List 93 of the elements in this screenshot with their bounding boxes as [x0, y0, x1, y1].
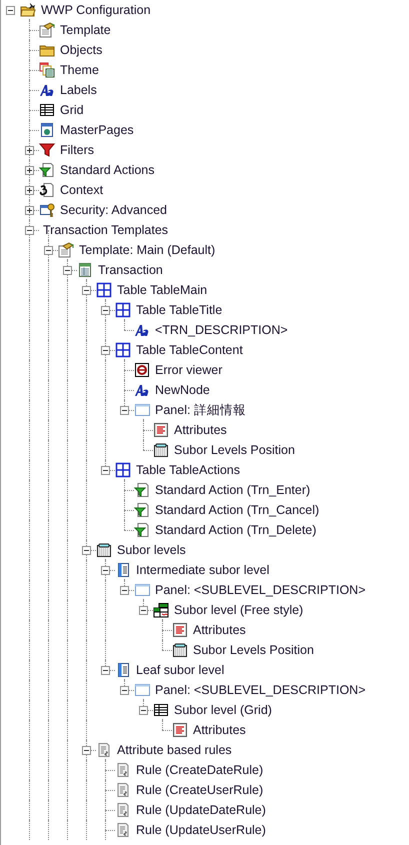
tree-item[interactable]: Attributes — [172, 422, 229, 438]
tree-item[interactable]: Panel: 詳細情報 — [153, 402, 248, 418]
tree-item[interactable]: Table TableActions — [134, 462, 242, 478]
dotted-box-icon — [96, 542, 112, 558]
tree-item[interactable]: Attributes — [191, 722, 248, 738]
collapse-toggle[interactable] — [101, 566, 110, 575]
table-icon — [115, 462, 131, 478]
collapse-toggle[interactable] — [101, 666, 110, 675]
document-bar-icon — [115, 662, 131, 678]
tree-item[interactable]: Rule (UpdateDateRule) — [134, 802, 268, 818]
tree-item[interactable]: Template: Main (Default) — [77, 242, 218, 258]
table-icon — [115, 342, 131, 358]
tree-item[interactable]: Panel: <SUBLEVEL_DESCRIPTION> — [153, 682, 368, 698]
page-symbol-icon — [39, 182, 55, 198]
page-funnel-icon — [39, 162, 55, 178]
collapse-toggle[interactable] — [101, 466, 110, 475]
tree-item[interactable]: Standard Action (Trn_Cancel) — [153, 502, 322, 518]
page-globe-icon — [39, 122, 55, 138]
tree-item[interactable]: Standard Action (Trn_Delete) — [153, 522, 318, 538]
error-icon — [134, 362, 150, 378]
tree-item[interactable]: Subor level (Free style) — [172, 602, 306, 618]
window-icon — [134, 402, 150, 418]
collapse-toggle[interactable] — [101, 306, 110, 315]
tree-item[interactable]: Labels — [58, 82, 99, 98]
tree-item[interactable]: Leaf subor level — [134, 662, 226, 678]
tree-item[interactable]: Table TableMain — [115, 282, 210, 298]
attribute-list-icon — [172, 722, 188, 738]
attribute-list-icon — [172, 622, 188, 638]
tree-item[interactable]: Attributes — [191, 622, 248, 638]
page-funnel-icon — [134, 502, 150, 518]
expand-toggle[interactable] — [25, 186, 34, 195]
collapse-toggle[interactable] — [82, 746, 91, 755]
tree-item[interactable]: <TRN_DESCRIPTION> — [153, 322, 290, 338]
collapse-toggle[interactable] — [82, 546, 91, 555]
expand-toggle[interactable] — [25, 206, 34, 215]
document-bar-icon — [115, 562, 131, 578]
tree-item[interactable]: Rule (UpdateUserRule) — [134, 822, 268, 838]
tree-item[interactable]: Subor levels — [115, 542, 188, 558]
collapse-toggle[interactable] — [139, 706, 148, 715]
expand-toggle[interactable] — [25, 166, 34, 175]
collapse-toggle[interactable] — [44, 246, 53, 255]
template-icon — [39, 22, 55, 38]
tree-item[interactable]: Attribute based rules — [115, 742, 234, 758]
tree-item[interactable]: WWP Configuration — [39, 2, 153, 18]
tree-item[interactable]: Standard Action (Trn_Enter) — [153, 482, 312, 498]
tree-item[interactable]: Template — [58, 22, 113, 38]
tree-item[interactable]: Panel: <SUBLEVEL_DESCRIPTION> — [153, 582, 368, 598]
tree-item[interactable]: NewNode — [153, 382, 212, 398]
collapse-toggle[interactable] — [120, 586, 129, 595]
collapse-toggle[interactable] — [6, 6, 15, 15]
tree-item[interactable]: Filters — [58, 142, 96, 158]
table-icon — [96, 282, 112, 298]
colored-grid-icon — [153, 602, 169, 618]
tree-item[interactable]: Transaction Templates — [41, 222, 170, 238]
tree-item[interactable]: Rule (CreateUserRule) — [134, 782, 266, 798]
collapse-toggle[interactable] — [120, 406, 129, 415]
collapse-toggle[interactable] — [82, 286, 91, 295]
tree-item[interactable]: Rule (CreateDateRule) — [134, 762, 266, 778]
tree-item[interactable]: Subor Levels Position — [172, 442, 297, 458]
tree-item[interactable]: MasterPages — [58, 122, 136, 138]
tree-item[interactable]: Objects — [58, 42, 104, 58]
tree-item[interactable]: Intermediate subor level — [134, 562, 272, 578]
expand-toggle[interactable] — [25, 146, 34, 155]
window-icon — [134, 682, 150, 698]
tree-item[interactable]: Grid — [58, 102, 86, 118]
tree-item[interactable]: Security: Advanced — [58, 202, 170, 218]
table-icon — [115, 302, 131, 318]
window-icon — [134, 582, 150, 598]
collapse-toggle[interactable] — [139, 606, 148, 615]
tree-item[interactable]: Transaction — [96, 262, 165, 278]
tree-item[interactable]: Context — [58, 182, 106, 198]
tree-item[interactable]: Standard Actions — [58, 162, 157, 178]
grid-icon — [39, 102, 55, 118]
template-icon — [58, 242, 74, 258]
dotted-box-icon — [172, 642, 188, 658]
window-key-icon — [39, 202, 55, 218]
collapse-toggle[interactable] — [101, 346, 110, 355]
collapse-toggle[interactable] — [25, 226, 34, 235]
collapse-toggle[interactable] — [63, 266, 72, 275]
tree-item[interactable]: Subor Levels Position — [191, 642, 316, 658]
page-funnel-icon — [134, 522, 150, 538]
page-funnel-icon — [134, 482, 150, 498]
tree-item[interactable]: Table TableContent — [134, 342, 245, 358]
tree-item[interactable]: Theme — [58, 62, 101, 78]
form-icon — [77, 262, 93, 278]
attribute-list-icon — [153, 422, 169, 438]
theme-icon — [39, 62, 55, 78]
dotted-box-icon — [153, 442, 169, 458]
collapse-toggle[interactable] — [120, 686, 129, 695]
tree-item[interactable]: Subor level (Grid) — [172, 702, 274, 718]
tree-item[interactable]: Table TableTitle — [134, 302, 224, 318]
grid-icon — [153, 702, 169, 718]
tree-item[interactable]: Error viewer — [153, 362, 224, 378]
